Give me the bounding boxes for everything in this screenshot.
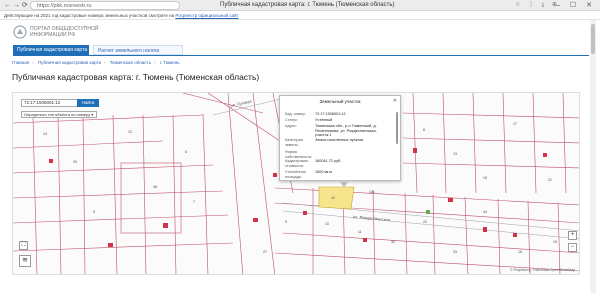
- svg-text:29: 29: [73, 160, 77, 164]
- svg-text:22: 22: [423, 220, 427, 224]
- svg-text:12: 12: [331, 196, 335, 200]
- cadastral-map[interactable]: ул. Луговая ул. Рождественская 12 131 14…: [12, 92, 580, 275]
- svg-text:5: 5: [93, 210, 95, 214]
- close-icon[interactable]: ✕: [393, 98, 397, 104]
- notice-text: Действующие на 2021 год кадастровые номе…: [4, 13, 176, 18]
- selected-parcel[interactable]: [318, 186, 355, 210]
- map-copyright: © Росреестр, Участники OpenStreetMap: [510, 268, 575, 272]
- page-scrollbar[interactable]: [590, 20, 596, 293]
- notice-bar: Действующие на 2021 год кадастровые номе…: [0, 11, 600, 20]
- popup-scrollbar[interactable]: [396, 112, 398, 144]
- breadcrumb-item[interactable]: Публичная кадастровая карта: [38, 60, 101, 65]
- object-type-select[interactable]: Определить тип объекта по номеру ▾: [21, 111, 97, 118]
- zoom-in-button[interactable]: +: [568, 231, 577, 240]
- breadcrumb-item[interactable]: Главная: [12, 60, 29, 65]
- breadcrumb-item[interactable]: г. Тюмень: [160, 60, 180, 65]
- svg-text:15: 15: [483, 176, 487, 180]
- search-button[interactable]: Найти: [77, 99, 99, 107]
- svg-text:9: 9: [285, 220, 287, 224]
- svg-text:6: 6: [185, 150, 187, 154]
- zoom-out-button[interactable]: −: [568, 243, 577, 252]
- page-title: Публичная кадастровая карта: г. Тюмень (…: [12, 72, 260, 82]
- parcel-info-popup: Земельный участок ✕ Кад. номер: 72:17:150…: [279, 95, 401, 187]
- tabs-underline: [13, 55, 589, 56]
- svg-text:19: 19: [553, 240, 557, 244]
- breadcrumb-item[interactable]: Тюменская область: [110, 60, 151, 65]
- site-logo-icon[interactable]: [13, 25, 27, 39]
- svg-text:33: 33: [453, 250, 457, 254]
- svg-text:21: 21: [548, 178, 552, 182]
- browser-toolbar: ← → ⟳ https://pkk.rosreestr.ru Публичная…: [0, 0, 600, 11]
- svg-text:131: 131: [369, 190, 375, 194]
- browser-tool-icons[interactable]: ☆ ⋮ ⤓ ⊕: [515, 1, 560, 10]
- fullscreen-icon[interactable]: ⛶: [19, 241, 28, 250]
- svg-text:17: 17: [513, 122, 517, 126]
- svg-text:13: 13: [453, 152, 457, 156]
- popup-title: Земельный участок: [319, 99, 361, 104]
- svg-text:32: 32: [391, 240, 395, 244]
- svg-text:44: 44: [483, 210, 487, 214]
- map-marker[interactable]: [426, 210, 430, 214]
- svg-text:7: 7: [193, 200, 195, 204]
- browser-nav-icons[interactable]: ← → ⟳: [4, 1, 28, 10]
- address-bar[interactable]: https://pkk.rosreestr.ru: [30, 1, 180, 10]
- tab-land-tax[interactable]: Расчет земельного налога: [93, 45, 183, 55]
- svg-text:27: 27: [263, 250, 267, 254]
- cadastral-search-input[interactable]: 72:17:1506001:12: [21, 99, 81, 107]
- street-label: ул. Рождественская: [353, 214, 390, 222]
- tab-cadastral-map[interactable]: Публичная кадастровая карта: [13, 45, 89, 55]
- site-logo-text: ПОРТАЛ ОБЩЕДОСТУПНОЙ ИНФОРМАЦИИ РФ: [30, 26, 99, 38]
- svg-text:15: 15: [518, 250, 522, 254]
- svg-text:14: 14: [43, 132, 47, 136]
- svg-text:46: 46: [153, 185, 157, 189]
- browser-tab-title: Публичная кадастровая карта: г. Тюмень (…: [220, 2, 395, 8]
- window-controls[interactable]: – ☐ ✕: [556, 1, 596, 10]
- svg-text:10: 10: [325, 222, 329, 226]
- notice-link[interactable]: Росреестр официальный сайт: [175, 13, 238, 18]
- svg-text:8: 8: [423, 128, 425, 132]
- svg-text:11: 11: [358, 230, 362, 234]
- popup-pointer: [340, 182, 348, 187]
- breadcrumb: Главная › Публичная кадастровая карта › Тю…: [12, 60, 180, 65]
- svg-text:12: 12: [128, 130, 132, 134]
- layers-icon[interactable]: ≋: [19, 255, 31, 267]
